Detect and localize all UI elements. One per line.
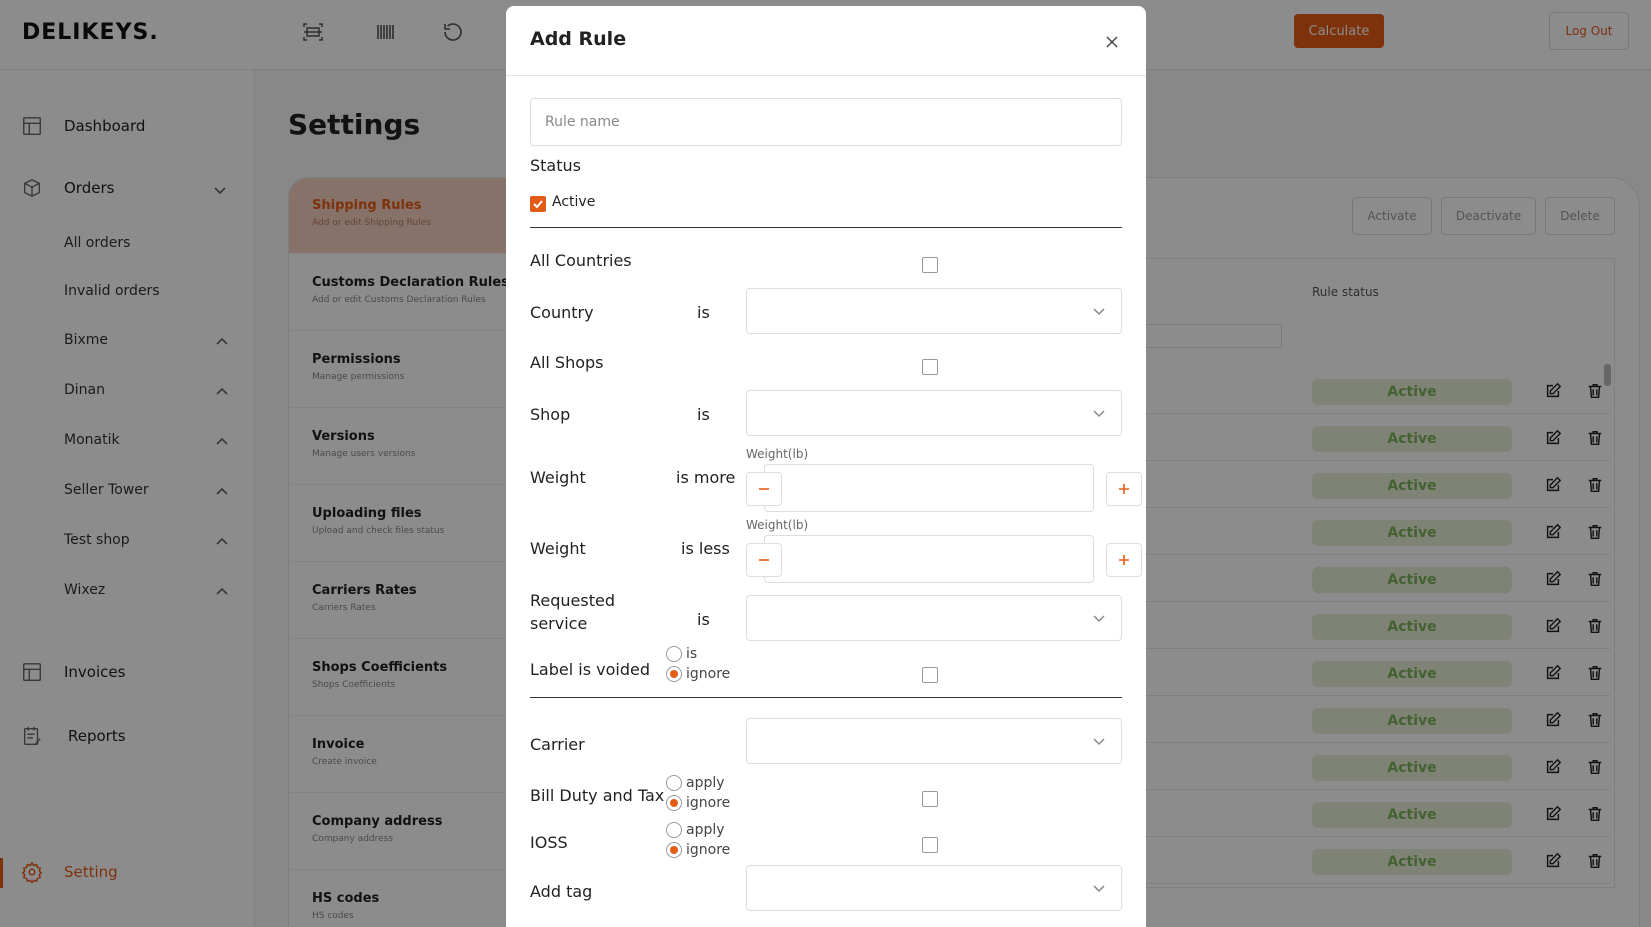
app-root: DELIKEYS. Calculate Log Out Dashboard Or… [0, 0, 1651, 927]
weight-label: Weight [530, 468, 586, 487]
status-label: Status [530, 156, 581, 175]
radio-button[interactable] [666, 842, 682, 858]
weight-operator: is more [676, 468, 736, 487]
chevron-down-icon [1091, 405, 1107, 421]
minus-icon[interactable] [746, 472, 782, 506]
requested-service-label: service [530, 614, 588, 633]
label-voided-checkbox[interactable] [922, 667, 938, 683]
radio-option[interactable]: apply [666, 773, 730, 793]
modal-title: Add Rule [530, 28, 627, 50]
carrier-select[interactable] [746, 718, 1122, 764]
all-countries-checkbox[interactable] [922, 257, 938, 273]
weight-more-input[interactable] [764, 464, 1094, 512]
add-tag-select[interactable] [746, 865, 1122, 911]
bill-duty-checkbox[interactable] [922, 791, 938, 807]
ioss-checkbox[interactable] [922, 837, 938, 853]
weight-label: Weight [530, 539, 586, 558]
all-shops-label: All Shops [530, 353, 604, 372]
rule-name-input[interactable] [530, 98, 1122, 146]
weight-less-stepper [746, 535, 1142, 583]
requested-service-operator: is [697, 610, 710, 629]
add-rule-modal: Add Rule Status Active All Countries Cou… [506, 6, 1146, 927]
radio-button[interactable] [666, 775, 682, 791]
label-voided-label: Label is voided [530, 660, 650, 679]
plus-icon[interactable] [1106, 472, 1142, 506]
shop-select[interactable] [746, 390, 1122, 436]
bill-duty-label: Bill Duty and Tax [530, 786, 665, 805]
radio-label: apply [686, 775, 725, 791]
country-select[interactable] [746, 288, 1122, 334]
requested-service-select[interactable] [746, 595, 1122, 641]
weight-operator: is less [681, 539, 730, 558]
active-label: Active [552, 194, 596, 210]
all-countries-label: All Countries [530, 251, 632, 270]
radio-option[interactable]: apply [666, 820, 730, 840]
label-voided-radio-group: is ignore [666, 644, 730, 684]
carrier-label: Carrier [530, 735, 585, 754]
radio-option[interactable]: ignore [666, 793, 730, 813]
radio-button[interactable] [666, 795, 682, 811]
radio-button[interactable] [666, 666, 682, 682]
radio-label: ignore [686, 666, 731, 682]
minus-icon[interactable] [746, 543, 782, 577]
chevron-down-icon [1091, 733, 1107, 749]
radio-option[interactable]: ignore [666, 840, 730, 860]
radio-option[interactable]: is [666, 644, 730, 664]
chevron-down-icon [1091, 610, 1107, 626]
bill-duty-radio-group: apply ignore [666, 773, 730, 813]
shop-label: Shop [530, 405, 571, 424]
chevron-down-icon [1091, 303, 1107, 319]
section-divider [530, 227, 1122, 228]
requested-service-label: Requested [530, 591, 615, 610]
close-icon[interactable] [1102, 32, 1122, 52]
plus-icon[interactable] [1106, 543, 1142, 577]
ioss-radio-group: apply ignore [666, 820, 730, 860]
country-operator: is [697, 303, 710, 322]
radio-label: ignore [686, 795, 731, 811]
ioss-label: IOSS [530, 833, 568, 852]
weight-unit-label: Weight(lb) [746, 447, 809, 461]
active-checkbox[interactable] [530, 196, 546, 212]
chevron-down-icon [1091, 880, 1107, 896]
radio-button[interactable] [666, 646, 682, 662]
radio-label: apply [686, 822, 725, 838]
all-shops-checkbox[interactable] [922, 359, 938, 375]
modal-header: Add Rule [506, 6, 1146, 76]
radio-button[interactable] [666, 822, 682, 838]
add-tag-label: Add tag [530, 882, 593, 901]
radio-label: is [686, 646, 698, 662]
section-divider [530, 697, 1122, 698]
weight-less-input[interactable] [764, 535, 1094, 583]
radio-option[interactable]: ignore [666, 664, 730, 684]
country-label: Country [530, 303, 594, 322]
weight-unit-label: Weight(lb) [746, 518, 809, 532]
shop-operator: is [697, 405, 710, 424]
weight-more-stepper [746, 464, 1142, 512]
radio-label: ignore [686, 842, 731, 858]
